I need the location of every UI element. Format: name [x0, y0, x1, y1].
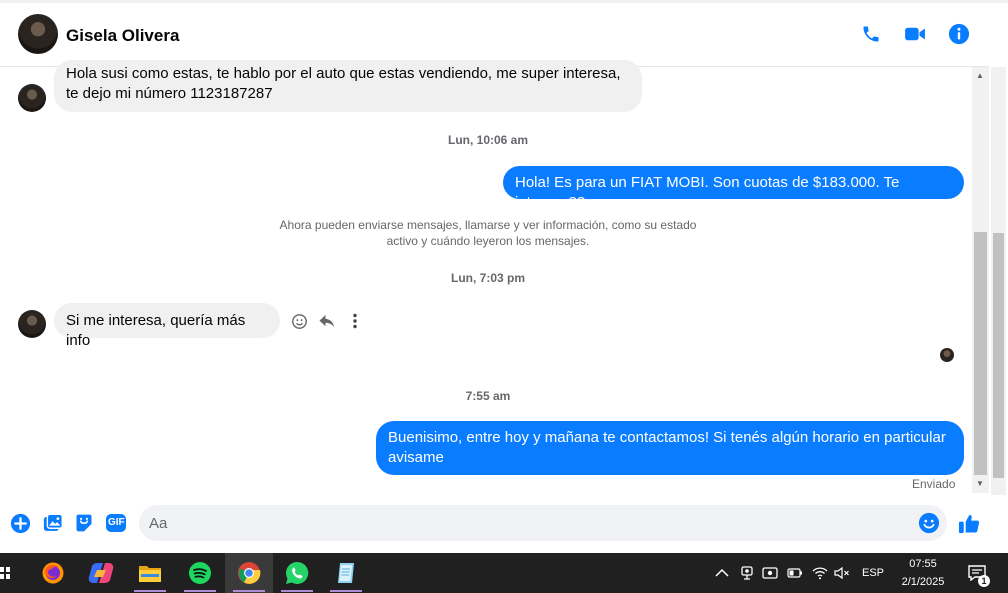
outgoing-message[interactable]: Buenisimo, entre hoy y mañana te contact…	[376, 421, 964, 475]
gif-label: GIF	[108, 517, 125, 528]
image-icon[interactable]	[42, 512, 64, 534]
spotify-icon[interactable]	[176, 553, 224, 593]
chat-header: Gisela Olivera	[0, 0, 1008, 67]
incoming-message[interactable]: Hola susi como estas, te hablo por el au…	[54, 60, 642, 112]
reply-icon[interactable]	[317, 311, 337, 331]
running-indicator	[184, 590, 216, 592]
running-indicator	[134, 590, 166, 592]
timestamp: Lun, 7:03 pm	[450, 271, 525, 285]
firefox-icon[interactable]	[29, 553, 77, 593]
react-icon[interactable]	[289, 311, 309, 331]
contact-avatar[interactable]	[18, 14, 58, 54]
window-top-edge	[0, 0, 1008, 3]
clock-date[interactable]: 2/1/2025	[899, 576, 947, 588]
contact-avatar-small[interactable]	[18, 84, 46, 112]
running-indicator	[281, 590, 313, 592]
emoji-icon[interactable]	[918, 512, 940, 534]
system-notice: Ahora pueden enviarse mensajes, llamarse…	[279, 218, 697, 248]
page-scrollbar-thumb[interactable]	[993, 233, 1004, 478]
message-input-box[interactable]	[139, 505, 947, 541]
copilot-icon[interactable]	[77, 553, 125, 593]
language-indicator[interactable]: ESP	[862, 567, 884, 579]
scrollbar-thumb[interactable]	[974, 232, 987, 475]
info-icon[interactable]	[948, 23, 970, 45]
scroll-down-arrow-icon[interactable]: ▼	[976, 479, 984, 488]
seen-avatar	[940, 348, 954, 362]
contact-name[interactable]: Gisela Olivera	[66, 26, 179, 46]
notepad-icon[interactable]	[322, 553, 370, 593]
notification-count-badge: 1	[978, 575, 990, 587]
start-partial-icon[interactable]	[0, 565, 10, 581]
volume-muted-icon[interactable]	[834, 565, 850, 581]
message-text: Si me interesa, quería más info	[66, 312, 246, 349]
clock-time[interactable]: 07:55	[899, 558, 947, 570]
sticker-icon[interactable]	[73, 512, 95, 534]
incoming-message[interactable]: Si me interesa, quería más info	[54, 303, 280, 349]
page-scrollbar[interactable]	[989, 3, 1008, 553]
gif-icon[interactable]: GIF	[105, 512, 127, 534]
like-icon[interactable]	[957, 511, 981, 535]
message-text: Hola! Es para un FIAT MOBI. Son cuotas d…	[515, 174, 900, 211]
chevron-up-icon[interactable]	[714, 565, 730, 581]
contact-avatar-small[interactable]	[18, 310, 46, 338]
plus-icon[interactable]	[9, 512, 31, 534]
phone-icon[interactable]	[860, 23, 882, 45]
more-options-icon[interactable]	[345, 311, 365, 331]
timestamp: 7:55 am	[465, 389, 511, 403]
video-icon[interactable]	[904, 23, 926, 45]
scroll-up-arrow-icon[interactable]: ▲	[976, 71, 984, 80]
chat-scrollbar[interactable]: ▲ ▼	[972, 67, 989, 493]
camera-tray-icon[interactable]	[739, 565, 755, 581]
message-input[interactable]	[149, 505, 909, 541]
wifi-icon[interactable]	[812, 565, 828, 581]
battery-icon[interactable]	[787, 565, 803, 581]
chrome-icon[interactable]	[225, 553, 273, 593]
running-indicator	[233, 590, 265, 592]
messenger-window: Gisela Olivera Hola susi como estas, te …	[0, 0, 1008, 553]
timestamp: Lun, 10:06 am	[447, 133, 529, 147]
message-status: Enviado	[912, 477, 956, 491]
screen-capture-icon[interactable]	[762, 565, 778, 581]
whatsapp-icon[interactable]	[273, 553, 321, 593]
message-text: Hola susi como estas, te hablo por el au…	[66, 65, 621, 102]
outgoing-message[interactable]: Hola! Es para un FIAT MOBI. Son cuotas d…	[503, 166, 964, 211]
file-explorer-icon[interactable]	[126, 553, 174, 593]
message-text: Buenisimo, entre hoy y mañana te contact…	[388, 429, 946, 466]
running-indicator	[330, 590, 362, 592]
